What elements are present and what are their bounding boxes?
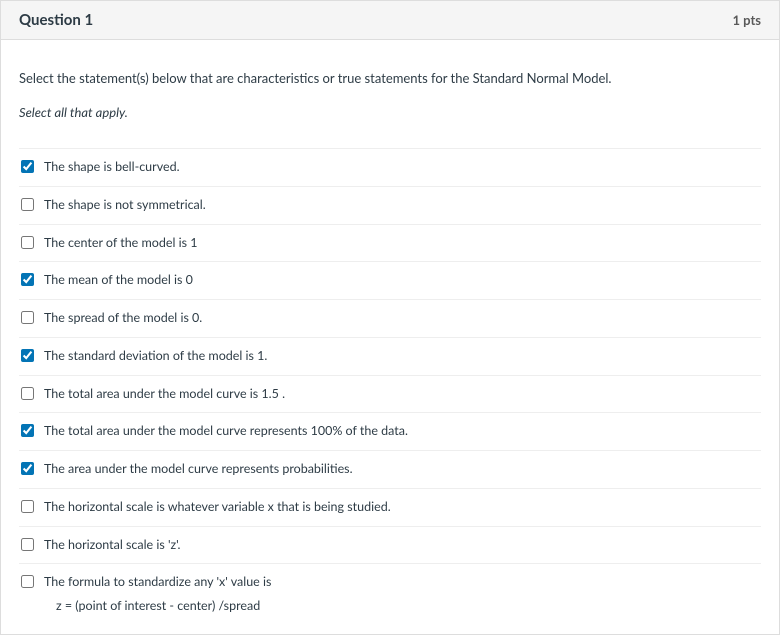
answer-item: The total area under the model curve is … [19, 375, 761, 413]
answer-label-wrap: The standard deviation of the model is 1… [44, 347, 267, 366]
answer-checkbox[interactable] [21, 462, 34, 475]
answer-label-wrap: The shape is not symmetrical. [44, 196, 206, 215]
question-instruction: Select all that apply. [19, 104, 761, 120]
question-body: Select the statement(s) below that are c… [1, 40, 779, 634]
answer-item: The horizontal scale is whatever variabl… [19, 488, 761, 526]
answer-checkbox[interactable] [21, 424, 34, 437]
answer-label-wrap: The horizontal scale is whatever variabl… [44, 498, 391, 517]
answer-checkbox[interactable] [21, 198, 34, 211]
answer-label: The center of the model is 1 [44, 235, 197, 250]
answer-label-wrap: The spread of the model is 0. [44, 309, 202, 328]
answer-label-wrap: The total area under the model curve is … [44, 385, 285, 404]
answer-label-wrap: The shape is bell-curved. [44, 158, 180, 177]
answer-item: The shape is bell-curved. [19, 148, 761, 186]
answer-item: The spread of the model is 0. [19, 299, 761, 337]
answer-checkbox[interactable] [21, 349, 34, 362]
answer-label: The shape is bell-curved. [44, 159, 180, 174]
answer-label-wrap: The horizontal scale is 'z'. [44, 536, 180, 555]
answer-label: The mean of the model is 0 [44, 272, 193, 287]
answer-label-wrap: The formula to standardize any 'x' value… [44, 573, 271, 613]
question-prompt: Select the statement(s) below that are c… [19, 70, 761, 86]
answer-item: The mean of the model is 0 [19, 261, 761, 299]
question-container: Question 1 1 pts Select the statement(s)… [0, 0, 780, 635]
answer-checkbox[interactable] [21, 160, 34, 173]
question-points: 1 pts [732, 12, 761, 28]
answer-label: The total area under the model curve rep… [44, 423, 408, 438]
answer-checkbox[interactable] [21, 575, 34, 588]
answer-label-wrap: The center of the model is 1 [44, 234, 197, 253]
answer-item: The standard deviation of the model is 1… [19, 337, 761, 375]
question-header: Question 1 1 pts [1, 0, 779, 40]
answer-item: The total area under the model curve rep… [19, 412, 761, 450]
answer-item: The shape is not symmetrical. [19, 186, 761, 224]
answer-item: The horizontal scale is 'z'. [19, 526, 761, 564]
answer-checkbox[interactable] [21, 500, 34, 513]
answer-label: The total area under the model curve is … [44, 386, 285, 401]
answer-label: The shape is not symmetrical. [44, 197, 206, 212]
answer-label-wrap: The area under the model curve represent… [44, 460, 353, 479]
answer-item: The center of the model is 1 [19, 224, 761, 262]
answer-checkbox[interactable] [21, 273, 34, 286]
answer-label: The spread of the model is 0. [44, 310, 202, 325]
answer-label: The area under the model curve represent… [44, 461, 353, 476]
answer-label: The horizontal scale is whatever variabl… [44, 499, 391, 514]
answer-checkbox[interactable] [21, 387, 34, 400]
answer-label-wrap: The mean of the model is 0 [44, 271, 193, 290]
answer-label: The formula to standardize any 'x' value… [44, 574, 271, 589]
answer-label-wrap: The total area under the model curve rep… [44, 422, 408, 441]
answer-checkbox[interactable] [21, 311, 34, 324]
answer-item: The formula to standardize any 'x' value… [19, 563, 761, 622]
answer-item: The area under the model curve represent… [19, 450, 761, 488]
answer-label: The standard deviation of the model is 1… [44, 348, 267, 363]
question-title: Question 1 [19, 11, 93, 29]
answer-sub-label: z = (point of interest - center) /spread [56, 598, 271, 613]
answer-list: The shape is bell-curved. The shape is no… [19, 148, 761, 622]
answer-label: The horizontal scale is 'z'. [44, 537, 180, 552]
answer-checkbox[interactable] [21, 236, 34, 249]
answer-checkbox[interactable] [21, 538, 34, 551]
